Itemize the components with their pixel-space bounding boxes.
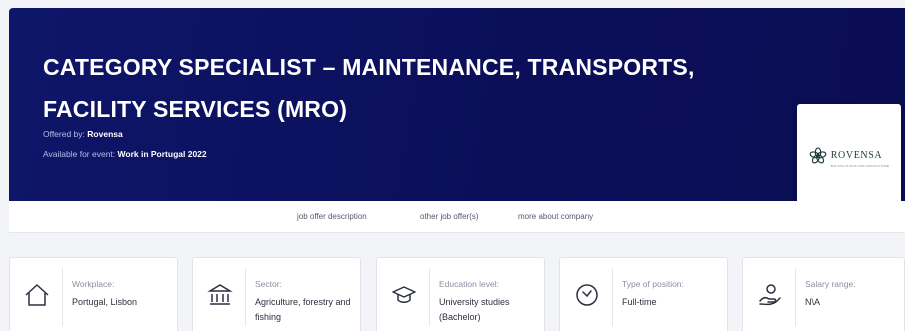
job-offer-page: CATEGORY SPECIALIST – MAINTENANCE, TRANS… xyxy=(0,0,905,331)
clock-icon xyxy=(570,278,604,312)
institution-icon xyxy=(203,278,237,312)
workplace-label: Workplace: xyxy=(72,279,115,289)
offered-by-label: Offered by: xyxy=(43,129,85,139)
card-divider xyxy=(612,268,613,326)
event-label: Available for event: xyxy=(43,149,116,159)
salary-label: Salary range: xyxy=(805,279,856,289)
available-for-event: Available for event: Work in Portugal 20… xyxy=(43,149,207,159)
salary-card: Salary range: N\A xyxy=(742,257,905,331)
salary-value: N\A xyxy=(805,297,821,307)
card-divider xyxy=(795,268,796,326)
logo-wordmark: ROVENSA BIO-SOLUTIONS FOR AGRICULTURE xyxy=(831,145,889,168)
position-type-label: Type of position: xyxy=(622,279,684,289)
tab-other-job-offers[interactable]: other job offer(s) xyxy=(420,212,479,221)
job-title: CATEGORY SPECIALIST – MAINTENANCE, TRANS… xyxy=(43,54,695,122)
company-logo: ROVENSA BIO-SOLUTIONS FOR AGRICULTURE xyxy=(809,145,889,168)
card-divider xyxy=(429,268,430,326)
logo-name: ROVENSA xyxy=(830,149,883,161)
sector-card: Sector: Agriculture, forestry and fishin… xyxy=(192,257,361,331)
graduation-cap-icon xyxy=(387,278,421,312)
sector-label: Sector: xyxy=(255,279,282,289)
position-type-card: Type of position: Full-time xyxy=(559,257,728,331)
company-logo-card[interactable]: ROVENSA BIO-SOLUTIONS FOR AGRICULTURE xyxy=(797,104,901,208)
workplace-value: Portugal, Lisbon xyxy=(72,297,138,307)
education-value: University studies (Bachelor) xyxy=(439,297,510,322)
offered-by-company[interactable]: Rovensa xyxy=(87,129,122,139)
education-card: Education level: University studies (Bac… xyxy=(376,257,545,331)
workplace-card: Workplace: Portugal, Lisbon xyxy=(9,257,178,331)
logo-tagline: BIO-SOLUTIONS FOR AGRICULTURE xyxy=(830,163,890,168)
job-tabs: job offer description other job offer(s)… xyxy=(9,201,905,233)
tab-job-offer-description[interactable]: job offer description xyxy=(297,212,367,221)
education-label: Education level: xyxy=(439,279,500,289)
rovensa-leaf-icon xyxy=(809,147,827,164)
card-divider xyxy=(245,268,246,326)
position-type-value: Full-time xyxy=(622,297,657,307)
event-name[interactable]: Work in Portugal 2022 xyxy=(118,149,207,159)
tab-more-about-company[interactable]: more about company xyxy=(518,212,593,221)
card-divider xyxy=(62,268,63,326)
salary-hand-icon xyxy=(753,278,787,312)
home-icon xyxy=(20,278,54,312)
offered-by: Offered by: Rovensa xyxy=(43,129,123,139)
sector-value: Agriculture, forestry and fishing xyxy=(255,297,351,322)
